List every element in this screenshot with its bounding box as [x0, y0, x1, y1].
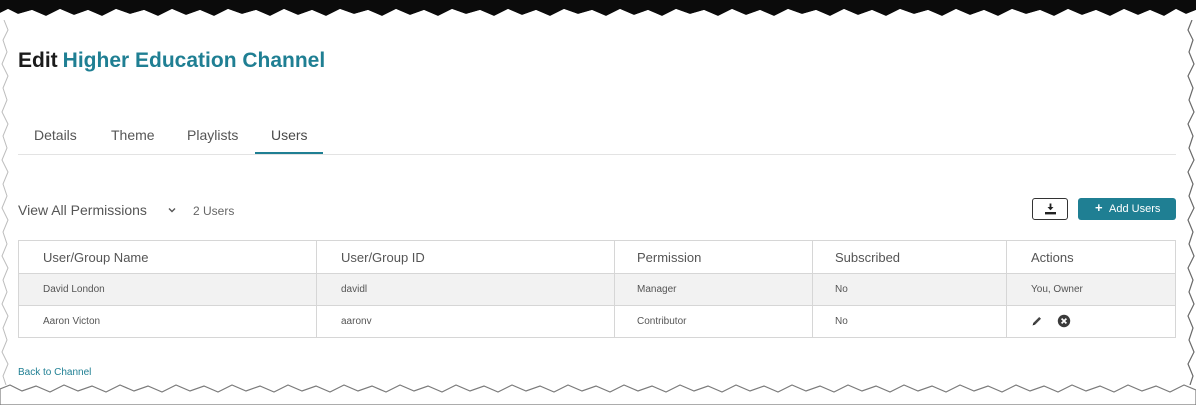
table-row: David London davidl Manager No You, Owne…	[19, 274, 1175, 306]
chevron-down-icon[interactable]	[166, 204, 178, 216]
permission-value: Manager	[637, 284, 677, 295]
cell-user-id: aaronv	[317, 306, 615, 337]
subscribed-value: No	[835, 284, 848, 295]
user-id: aaronv	[341, 316, 372, 327]
torn-edge-left	[0, 19, 12, 386]
header-label: Subscribed	[835, 250, 901, 265]
channel-name: Higher Education Channel	[62, 49, 326, 72]
header-user-group-id[interactable]: User/Group ID	[317, 241, 615, 273]
header-label: User/Group Name	[43, 250, 149, 265]
permission-filter-dropdown[interactable]: View All Permissions	[18, 202, 147, 218]
header-label: User/Group ID	[341, 250, 425, 265]
cell-user-name: David London	[19, 274, 317, 305]
download-button[interactable]	[1032, 198, 1068, 220]
active-tab-indicator	[255, 152, 323, 154]
back-to-channel-link[interactable]: Back to Channel	[18, 367, 91, 378]
permission-value: Contributor	[637, 316, 687, 327]
add-users-button[interactable]: + Add Users	[1078, 198, 1176, 220]
download-icon	[1045, 203, 1056, 215]
torn-edge-right	[1184, 19, 1196, 386]
cell-subscribed: No	[813, 306, 1007, 337]
user-count: 2 Users	[193, 204, 235, 218]
cell-permission: Manager	[615, 274, 813, 305]
user-id: davidl	[341, 284, 368, 295]
users-table: User/Group Name User/Group ID Permission…	[18, 240, 1176, 338]
title-prefix: Edit	[18, 49, 58, 72]
tab-bar: Details Theme Playlists Users	[18, 120, 1176, 155]
user-name: David London	[43, 284, 105, 295]
plus-icon: +	[1095, 200, 1103, 215]
torn-edge-bottom	[0, 381, 1196, 405]
cell-user-id: davidl	[317, 274, 615, 305]
permissions-toolbar: View All Permissions 2 Users + Add Users	[18, 198, 1176, 224]
cell-subscribed: No	[813, 274, 1007, 305]
add-users-label: Add Users	[1109, 203, 1161, 215]
cell-permission: Contributor	[615, 306, 813, 337]
remove-circle-icon[interactable]	[1057, 314, 1071, 328]
edit-channel-page: Edit Higher Education Channel Details The…	[0, 0, 1196, 405]
user-name: Aaron Victon	[43, 316, 101, 327]
header-permission[interactable]: Permission	[615, 241, 813, 273]
cell-actions: You, Owner	[1007, 274, 1175, 305]
table-row: Aaron Victon aaronv Contributor No	[19, 306, 1175, 337]
tab-users[interactable]: Users	[271, 127, 308, 153]
cell-user-name: Aaron Victon	[19, 306, 317, 337]
table-header-row: User/Group Name User/Group ID Permission…	[19, 241, 1175, 274]
pencil-icon[interactable]	[1031, 315, 1043, 327]
header-label: Actions	[1031, 250, 1074, 265]
tab-playlists[interactable]: Playlists	[187, 127, 238, 153]
torn-edge-top	[0, 0, 1196, 26]
header-actions: Actions	[1007, 241, 1175, 273]
subscribed-value: No	[835, 316, 848, 327]
header-label: Permission	[637, 250, 702, 265]
cell-actions	[1007, 306, 1175, 337]
owner-label: You, Owner	[1031, 284, 1083, 295]
tab-theme[interactable]: Theme	[111, 127, 155, 153]
header-user-group-name[interactable]: User/Group Name	[19, 241, 317, 273]
page-title: Edit Higher Education Channel	[18, 49, 325, 73]
tab-details[interactable]: Details	[34, 127, 77, 153]
header-subscribed[interactable]: Subscribed	[813, 241, 1007, 273]
